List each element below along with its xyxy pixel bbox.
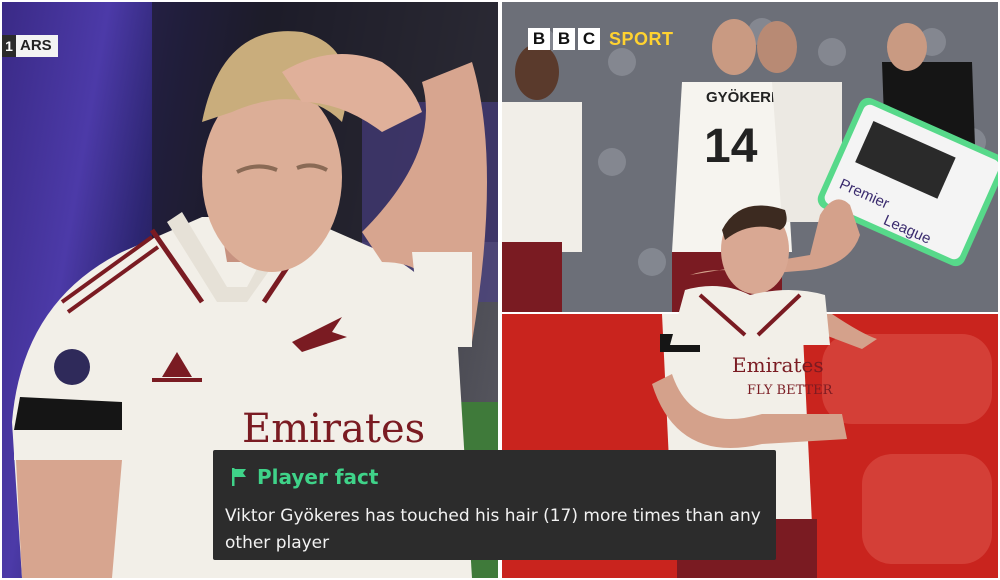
bbc-sport-logo: B B C SPORT xyxy=(528,28,674,50)
fact-header: Player fact xyxy=(231,465,378,489)
shirt-number-text: 14 xyxy=(704,120,758,173)
bbc-letter-2: B xyxy=(553,28,575,50)
svg-text:Emirates: Emirates xyxy=(242,406,425,452)
team-abbreviation: ARS xyxy=(16,35,58,57)
fact-title: Player fact xyxy=(257,465,379,489)
player-fact-card: Player fact Viktor Gyökeres has touched … xyxy=(213,450,776,560)
sponsor-line-2: FLY BETTER xyxy=(747,383,834,398)
sponsor-line-1: Emirates xyxy=(732,353,824,377)
bbc-letter-1: B xyxy=(528,28,550,50)
bbc-sport-label: SPORT xyxy=(609,28,674,49)
score-bug: 1 ARS xyxy=(2,32,58,60)
score-badge-digit: 1 xyxy=(2,35,16,57)
player-head-overlay xyxy=(670,199,860,345)
bbc-letter-3: C xyxy=(578,28,600,50)
fact-text: Viktor Gyökeres has touched his hair (17… xyxy=(225,506,761,553)
flag-icon xyxy=(231,467,247,487)
